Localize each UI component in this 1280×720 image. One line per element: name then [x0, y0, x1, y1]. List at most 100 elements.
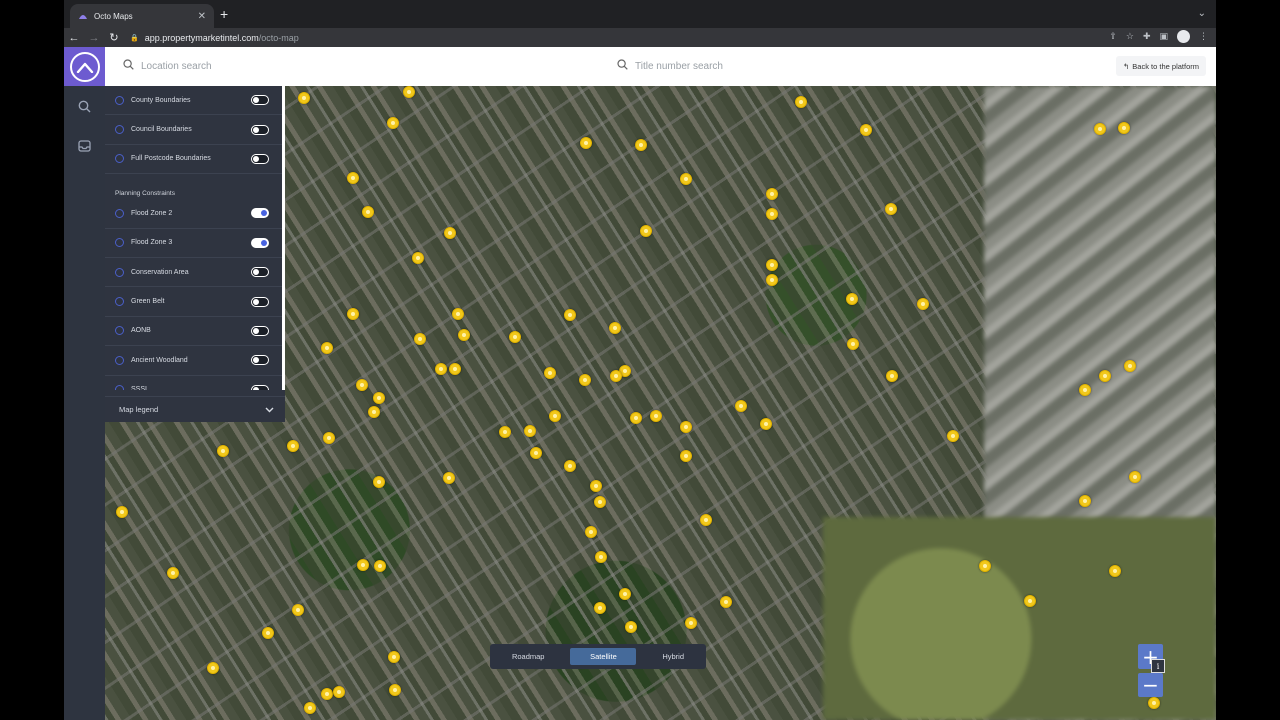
property-marker[interactable]: [766, 188, 778, 200]
property-marker[interactable]: [625, 621, 637, 633]
property-marker[interactable]: [357, 559, 369, 571]
search-icon[interactable]: [64, 86, 105, 126]
property-marker[interactable]: [1024, 595, 1036, 607]
tab-close-icon[interactable]: ✕: [198, 11, 206, 22]
property-marker[interactable]: [373, 476, 385, 488]
property-marker[interactable]: [594, 602, 606, 614]
layer-info-icon[interactable]: [115, 125, 124, 135]
octo-logo-icon[interactable]: [64, 47, 105, 86]
property-marker[interactable]: [1148, 697, 1160, 709]
tab-search-chevron-icon[interactable]: ⌄: [1198, 8, 1206, 19]
extensions-puzzle-icon[interactable]: ✚: [1143, 31, 1151, 42]
property-marker[interactable]: [766, 208, 778, 220]
property-marker[interactable]: [524, 425, 536, 437]
property-marker[interactable]: [795, 96, 807, 108]
back-to-platform-button[interactable]: ↰ Back to the platform: [1116, 56, 1206, 76]
layer-toggle[interactable]: [251, 325, 269, 336]
property-marker[interactable]: [321, 688, 333, 700]
layer-toggle[interactable]: [251, 296, 269, 307]
property-marker[interactable]: [766, 259, 778, 271]
property-marker[interactable]: [544, 367, 556, 379]
property-marker[interactable]: [1118, 122, 1130, 134]
layer-info-icon[interactable]: [115, 297, 124, 307]
map-legend-toggle[interactable]: Map legend: [105, 396, 285, 422]
property-marker[interactable]: [610, 370, 622, 382]
layer-info-icon[interactable]: [115, 355, 124, 365]
layer-info-icon[interactable]: [115, 154, 124, 164]
property-marker[interactable]: [549, 410, 561, 422]
property-marker[interactable]: [444, 227, 456, 239]
property-marker[interactable]: [619, 588, 631, 600]
property-marker[interactable]: [435, 363, 447, 375]
property-marker[interactable]: [564, 460, 576, 472]
property-marker[interactable]: [680, 173, 692, 185]
property-marker[interactable]: [1079, 495, 1091, 507]
property-marker[interactable]: [630, 412, 642, 424]
property-marker[interactable]: [635, 139, 647, 151]
property-marker[interactable]: [414, 333, 426, 345]
property-marker[interactable]: [579, 374, 591, 386]
property-marker[interactable]: [321, 342, 333, 354]
side-panel-icon[interactable]: ▣: [1159, 31, 1168, 42]
property-marker[interactable]: [580, 137, 592, 149]
property-marker[interactable]: [860, 124, 872, 136]
title-number-search-input[interactable]: [635, 56, 935, 77]
location-search-input[interactable]: [141, 56, 441, 77]
property-marker[interactable]: [1129, 471, 1141, 483]
property-marker[interactable]: [979, 560, 991, 572]
property-marker[interactable]: [356, 379, 368, 391]
zoom-out-button[interactable]: −: [1138, 673, 1163, 697]
property-marker[interactable]: [917, 298, 929, 310]
layer-toggle[interactable]: [251, 267, 269, 278]
property-marker[interactable]: [1124, 360, 1136, 372]
property-marker[interactable]: [207, 662, 219, 674]
property-marker[interactable]: [650, 410, 662, 422]
forward-arrow-icon[interactable]: →: [84, 32, 104, 44]
browser-menu-icon[interactable]: ⋮: [1199, 31, 1208, 42]
property-marker[interactable]: [362, 206, 374, 218]
property-marker[interactable]: [287, 440, 299, 452]
property-marker[interactable]: [1094, 123, 1106, 135]
property-marker[interactable]: [292, 604, 304, 616]
property-marker[interactable]: [590, 480, 602, 492]
property-marker[interactable]: [1079, 384, 1091, 396]
layer-info-icon[interactable]: [115, 385, 124, 390]
property-marker[interactable]: [298, 92, 310, 104]
property-marker[interactable]: [387, 117, 399, 129]
property-marker[interactable]: [304, 702, 316, 714]
layer-toggle[interactable]: [251, 355, 269, 366]
layer-toggle[interactable]: [251, 153, 269, 164]
property-marker[interactable]: [333, 686, 345, 698]
layer-info-icon[interactable]: [115, 95, 124, 105]
property-marker[interactable]: [499, 426, 511, 438]
layer-toggle[interactable]: [251, 237, 269, 248]
browser-tab[interactable]: Octo Maps ✕: [70, 4, 214, 28]
profile-avatar[interactable]: [1177, 30, 1190, 43]
property-marker[interactable]: [947, 430, 959, 442]
property-marker[interactable]: [388, 651, 400, 663]
property-marker[interactable]: [585, 526, 597, 538]
layer-info-icon[interactable]: [115, 267, 124, 277]
layer-info-icon[interactable]: [115, 208, 124, 218]
inbox-icon[interactable]: [64, 126, 105, 166]
property-marker[interactable]: [1099, 370, 1111, 382]
property-marker[interactable]: [640, 225, 652, 237]
reload-icon[interactable]: ↻: [104, 31, 124, 44]
layer-info-icon[interactable]: [115, 326, 124, 336]
property-marker[interactable]: [509, 331, 521, 343]
property-marker[interactable]: [347, 308, 359, 320]
property-marker[interactable]: [374, 560, 386, 572]
property-marker[interactable]: [262, 627, 274, 639]
map-type-hybrid-button[interactable]: Hybrid: [652, 648, 694, 665]
layer-toggle[interactable]: [251, 124, 269, 135]
new-tab-icon[interactable]: +: [220, 7, 228, 21]
property-marker[interactable]: [760, 418, 772, 430]
property-marker[interactable]: [886, 370, 898, 382]
property-marker[interactable]: [766, 274, 778, 286]
address-bar[interactable]: 🔒 app.propertymarketintel.com /octo-map: [130, 33, 299, 43]
property-marker[interactable]: [458, 329, 470, 341]
map-type-satellite-button[interactable]: Satellite: [570, 648, 637, 665]
property-marker[interactable]: [167, 567, 179, 579]
property-marker[interactable]: [609, 322, 621, 334]
property-marker[interactable]: [373, 392, 385, 404]
